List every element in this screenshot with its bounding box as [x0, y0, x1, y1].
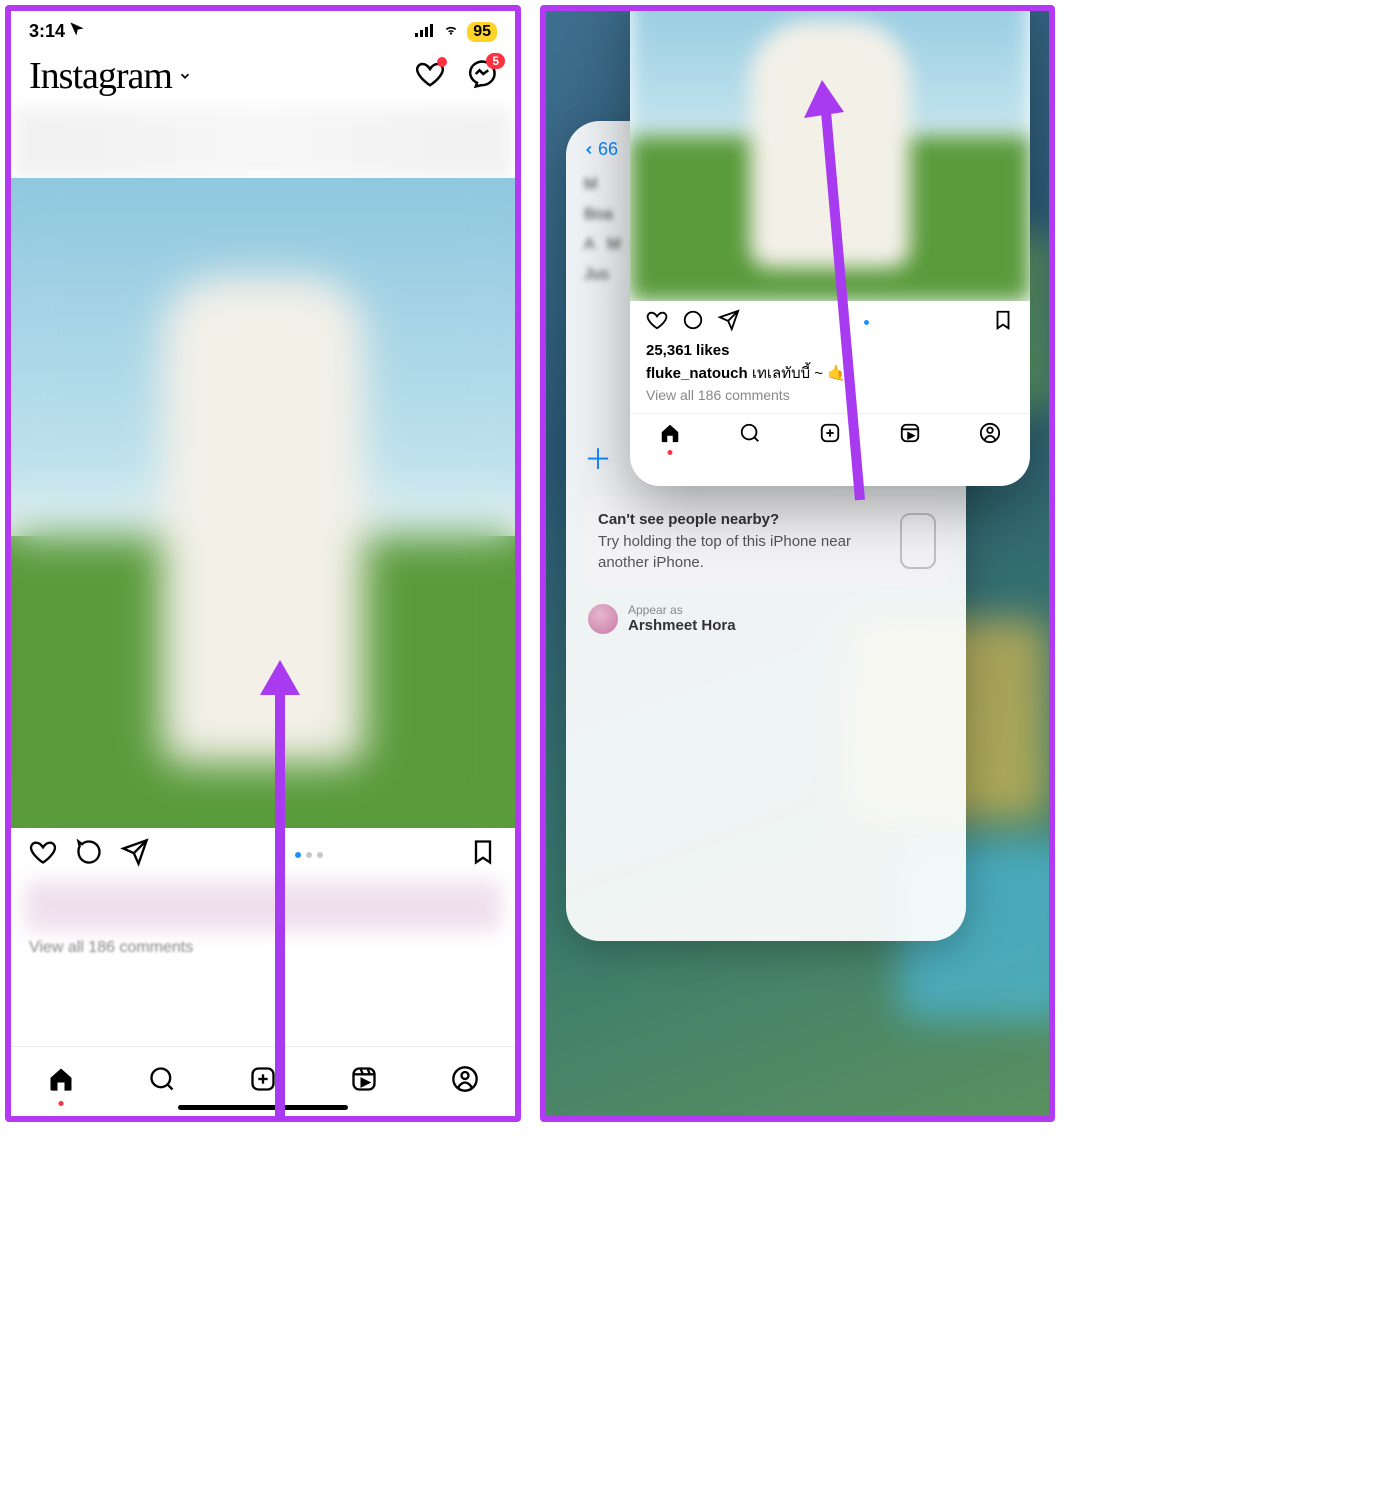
chevron-down-icon — [178, 69, 192, 83]
bottom-tab-bar — [630, 413, 1030, 457]
tab-profile[interactable] — [979, 422, 1001, 449]
reels-icon — [350, 1065, 378, 1093]
plus-square-icon — [249, 1065, 277, 1093]
comment-button[interactable] — [682, 309, 704, 336]
iphone-icon — [900, 513, 936, 569]
notification-dot — [59, 1101, 64, 1106]
messages-badge: 5 — [486, 53, 505, 69]
app-header: Instagram 5 — [11, 48, 515, 108]
tab-reels[interactable] — [350, 1065, 378, 1098]
battery-level: 95 — [467, 22, 497, 42]
comment-button[interactable] — [75, 838, 103, 871]
search-icon — [148, 1065, 176, 1093]
share-button[interactable] — [718, 309, 740, 336]
namedrop-hint: Can't see people nearby? Try holding the… — [584, 496, 948, 587]
phone-screenshot-right: 66 M Boa A M Jus ＋ Can't see people near… — [540, 5, 1055, 1122]
tab-home[interactable] — [659, 422, 681, 449]
post-caption[interactable]: fluke_natouch เทเลทับบี้ ~ 🤙 — [646, 361, 1014, 385]
tab-reels[interactable] — [899, 422, 921, 449]
post-meta-blurred — [25, 881, 501, 931]
tab-search[interactable] — [148, 1065, 176, 1098]
like-button[interactable] — [29, 838, 57, 871]
cellular-icon — [415, 21, 435, 42]
post-image[interactable] — [11, 178, 515, 828]
post-image — [630, 5, 1030, 301]
tab-create[interactable] — [819, 422, 841, 449]
stories-tray[interactable] — [15, 108, 511, 178]
instagram-logo[interactable]: Instagram — [29, 54, 192, 98]
status-time: 3:14 — [29, 21, 65, 42]
home-indicator[interactable] — [178, 1105, 348, 1110]
tab-create[interactable] — [249, 1065, 277, 1098]
view-all-comments[interactable]: View all 186 comments — [646, 387, 1014, 403]
app-switcher-card-front[interactable]: 25,361 likes fluke_natouch เทเลทับบี้ ~ … — [630, 5, 1030, 486]
location-icon — [69, 21, 85, 42]
tab-home[interactable] — [47, 1065, 75, 1098]
status-bar: 3:14 95 — [11, 11, 515, 48]
view-all-comments[interactable]: View all 186 comments — [11, 935, 515, 967]
carousel-pager — [149, 852, 469, 858]
notification-dot — [437, 57, 447, 67]
messages-button[interactable]: 5 — [467, 59, 497, 94]
share-button[interactable] — [121, 838, 149, 871]
activity-button[interactable] — [415, 59, 445, 94]
chevron-left-icon — [582, 143, 596, 157]
save-button[interactable] — [469, 838, 497, 871]
tab-profile[interactable] — [451, 1065, 479, 1098]
likes-count[interactable]: 25,361 likes — [646, 342, 1014, 359]
phone-screenshot-left: 3:14 95 Instagram — [5, 5, 521, 1122]
profile-icon — [451, 1065, 479, 1093]
like-button[interactable] — [646, 309, 668, 336]
save-button[interactable] — [992, 309, 1014, 336]
wifi-icon — [441, 21, 461, 42]
home-icon — [47, 1065, 75, 1093]
appear-as-row[interactable]: Appear as Arshmeet Hora — [584, 597, 948, 641]
post-actions — [11, 828, 515, 877]
tab-search[interactable] — [739, 422, 761, 449]
avatar — [588, 604, 618, 634]
